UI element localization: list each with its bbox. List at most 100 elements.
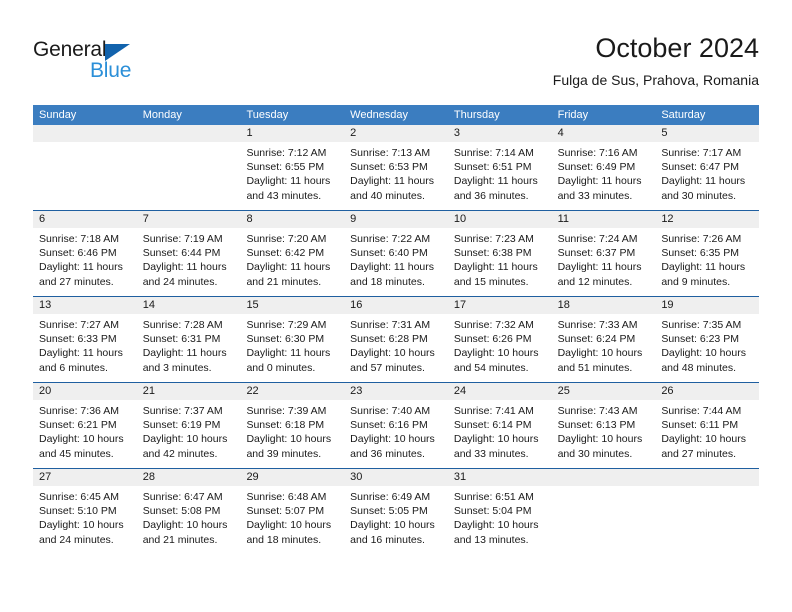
day-cell-body: Sunrise: 7:12 AM Sunset: 6:55 PM Dayligh… [240,142,344,203]
day-number-strip: 3 [447,125,552,142]
page-subtitle: Fulga de Sus, Prahova, Romania [552,72,759,88]
day-cell[interactable]: 21 Sunrise: 7:37 AM Sunset: 6:19 PM Dayl… [136,383,241,468]
daylight-text-line2: and 43 minutes. [246,189,322,202]
day-number-strip: 16 [344,297,448,314]
day-number: 31 [453,471,467,483]
week-row: 1 Sunrise: 7:12 AM Sunset: 6:55 PM Dayli… [33,125,760,210]
day-cell[interactable]: 27 Sunrise: 6:45 AM Sunset: 5:10 PM Dayl… [33,469,137,554]
day-cell[interactable]: 5 Sunrise: 7:17 AM Sunset: 6:47 PM Dayli… [655,125,760,210]
day-number: 13 [39,299,52,311]
day-cell[interactable]: 13 Sunrise: 7:27 AM Sunset: 6:33 PM Dayl… [33,297,137,382]
day-cell[interactable]: 16 Sunrise: 7:31 AM Sunset: 6:28 PM Dayl… [344,297,448,382]
day-cell-body: Sunrise: 7:26 AM Sunset: 6:35 PM Dayligh… [655,228,759,289]
day-cell[interactable]: 29 Sunrise: 6:48 AM Sunset: 5:07 PM Dayl… [240,469,345,554]
sunset-text: Sunset: 5:10 PM [39,505,117,518]
daylight-text-line1: Daylight: 11 hours [246,261,331,274]
day-number: 2 [350,127,357,139]
weekday-header-monday: Monday [142,109,182,121]
day-cell[interactable] [33,125,137,210]
calendar-grid: Sunday Monday Tuesday Wednesday Thursday… [33,105,760,554]
general-blue-logo[interactable]: General Blue [33,38,163,86]
daylight-text-line2: and 27 minutes. [661,447,737,460]
day-cell-body: Sunrise: 6:45 AM Sunset: 5:10 PM Dayligh… [33,486,137,547]
sunset-text: Sunset: 6:44 PM [142,247,221,260]
day-cell[interactable]: 10 Sunrise: 7:23 AM Sunset: 6:38 PM Dayl… [447,211,552,296]
day-number-strip: 30 [344,469,448,486]
sunset-text: Sunset: 6:28 PM [350,333,428,346]
day-cell[interactable] [136,125,241,210]
daylight-text-line1: Daylight: 10 hours [350,433,435,446]
day-number: 21 [142,385,155,397]
daylight-text-line1: Daylight: 11 hours [661,175,746,188]
day-cell[interactable]: 1 Sunrise: 7:12 AM Sunset: 6:55 PM Dayli… [240,125,345,210]
sunrise-text: Sunrise: 6:49 AM [350,491,431,503]
day-number-strip: 6 [33,211,137,228]
title-block: October 2024 Fulga de Sus, Prahova, Roma… [553,32,759,90]
day-cell[interactable]: 17 Sunrise: 7:32 AM Sunset: 6:26 PM Dayl… [447,297,552,382]
day-cell[interactable]: 15 Sunrise: 7:29 AM Sunset: 6:30 PM Dayl… [240,297,345,382]
day-number-strip: 25 [551,383,656,400]
sunrise-text: Sunrise: 7:18 AM [39,233,119,245]
sunset-text: Sunset: 6:53 PM [350,161,428,174]
day-cell-body: Sunrise: 6:48 AM Sunset: 5:07 PM Dayligh… [240,486,344,547]
day-cell[interactable]: 7 Sunrise: 7:19 AM Sunset: 6:44 PM Dayli… [136,211,241,296]
daylight-text-line1: Daylight: 10 hours [142,433,228,446]
day-cell[interactable]: 26 Sunrise: 7:44 AM Sunset: 6:11 PM Dayl… [655,383,760,468]
week-row: 13 Sunrise: 7:27 AM Sunset: 6:33 PM Dayl… [33,296,760,382]
day-cell[interactable]: 12 Sunrise: 7:26 AM Sunset: 6:35 PM Dayl… [655,211,760,296]
day-cell-body [33,142,137,146]
day-cell[interactable]: 2 Sunrise: 7:13 AM Sunset: 6:53 PM Dayli… [344,125,448,210]
day-cell[interactable]: 3 Sunrise: 7:14 AM Sunset: 6:51 PM Dayli… [447,125,552,210]
daylight-text-line2: and 36 minutes. [350,447,425,460]
day-number-strip: 12 [655,211,760,228]
day-cell-body: Sunrise: 7:29 AM Sunset: 6:30 PM Dayligh… [240,314,344,375]
sunset-text: Sunset: 6:38 PM [453,247,532,260]
day-number-strip: 22 [240,383,345,400]
sunset-text: Sunset: 6:31 PM [142,333,221,346]
day-cell-body: Sunrise: 7:36 AM Sunset: 6:21 PM Dayligh… [33,400,137,461]
day-cell[interactable]: 14 Sunrise: 7:28 AM Sunset: 6:31 PM Dayl… [136,297,241,382]
day-cell[interactable]: 31 Sunrise: 6:51 AM Sunset: 5:04 PM Dayl… [447,469,552,554]
day-number: 30 [350,471,363,483]
day-cell[interactable]: 9 Sunrise: 7:22 AM Sunset: 6:40 PM Dayli… [344,211,448,296]
day-cell[interactable]: 6 Sunrise: 7:18 AM Sunset: 6:46 PM Dayli… [33,211,137,296]
sunrise-text: Sunrise: 7:37 AM [142,405,223,417]
day-cell[interactable] [551,469,656,554]
day-cell[interactable]: 11 Sunrise: 7:24 AM Sunset: 6:37 PM Dayl… [551,211,656,296]
daylight-text-line1: Daylight: 10 hours [246,519,332,532]
sunset-text: Sunset: 6:40 PM [350,247,428,260]
day-cell-body: Sunrise: 7:22 AM Sunset: 6:40 PM Dayligh… [344,228,448,289]
sunrise-text: Sunrise: 7:13 AM [350,147,431,159]
day-number-strip: 26 [655,383,760,400]
day-cell-body [655,486,759,490]
daylight-text-line2: and 0 minutes. [246,361,316,374]
day-cell[interactable]: 30 Sunrise: 6:49 AM Sunset: 5:05 PM Dayl… [344,469,448,554]
day-number: 3 [453,127,460,139]
day-cell[interactable]: 4 Sunrise: 7:16 AM Sunset: 6:49 PM Dayli… [551,125,656,210]
day-cell[interactable]: 18 Sunrise: 7:33 AM Sunset: 6:24 PM Dayl… [551,297,656,382]
day-cell[interactable]: 19 Sunrise: 7:35 AM Sunset: 6:23 PM Dayl… [655,297,760,382]
day-cell[interactable]: 28 Sunrise: 6:47 AM Sunset: 5:08 PM Dayl… [136,469,241,554]
day-cell-body: Sunrise: 6:51 AM Sunset: 5:04 PM Dayligh… [448,486,552,547]
daylight-text-line2: and 21 minutes. [246,275,322,288]
daylight-text-line1: Daylight: 11 hours [39,261,123,274]
day-number: 8 [246,213,253,225]
day-cell[interactable]: 22 Sunrise: 7:39 AM Sunset: 6:18 PM Dayl… [240,383,345,468]
day-cell[interactable]: 20 Sunrise: 7:36 AM Sunset: 6:21 PM Dayl… [33,383,137,468]
page-header: General Blue October 2024 Fulga de Sus, … [0,0,792,100]
day-number-strip: 2 [344,125,448,142]
day-cell[interactable]: 25 Sunrise: 7:43 AM Sunset: 6:13 PM Dayl… [551,383,656,468]
day-cell[interactable]: 24 Sunrise: 7:41 AM Sunset: 6:14 PM Dayl… [447,383,552,468]
day-cell[interactable] [655,469,760,554]
day-number-strip: 28 [136,469,241,486]
day-number: 20 [39,385,52,397]
daylight-text-line1: Daylight: 11 hours [661,261,746,274]
day-cell[interactable]: 23 Sunrise: 7:40 AM Sunset: 6:16 PM Dayl… [344,383,448,468]
day-number: 7 [142,213,149,225]
sunrise-text: Sunrise: 7:35 AM [661,319,742,331]
day-cell-body: Sunrise: 7:19 AM Sunset: 6:44 PM Dayligh… [137,228,241,289]
weekday-header-friday: Friday [557,109,589,121]
day-number: 5 [661,127,668,139]
day-cell[interactable]: 8 Sunrise: 7:20 AM Sunset: 6:42 PM Dayli… [240,211,345,296]
day-number-strip [655,469,760,486]
